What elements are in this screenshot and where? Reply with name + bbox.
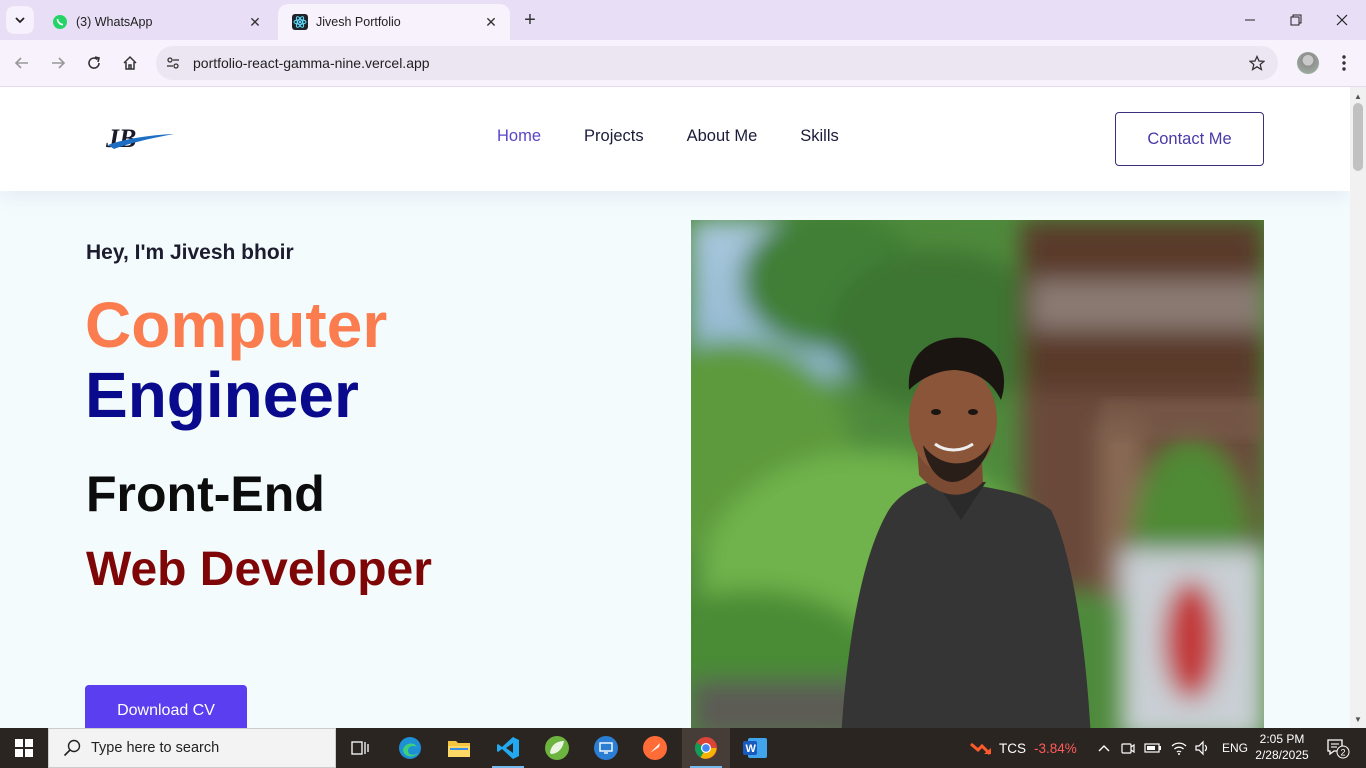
stock-change: -3.84% <box>1034 740 1077 756</box>
hero-role-line2: Engineer <box>85 359 359 431</box>
task-view-icon <box>351 741 369 755</box>
home-button[interactable] <box>116 49 144 77</box>
notification-icon: 2 <box>1327 739 1350 759</box>
close-tab-icon[interactable]: ✕ <box>246 13 264 31</box>
wifi-icon[interactable] <box>1170 740 1188 756</box>
notification-center-button[interactable]: 2 <box>1318 728 1358 768</box>
close-icon <box>1336 14 1348 26</box>
close-tab-icon[interactable]: ✕ <box>482 13 500 31</box>
url-text: portfolio-react-gamma-nine.vercel.app <box>193 55 430 71</box>
reload-icon <box>88 56 100 69</box>
spring-leaf-icon <box>545 736 569 760</box>
taskbar-edge[interactable] <box>386 728 434 768</box>
stock-widget[interactable]: TCS -3.84% <box>970 728 1077 768</box>
taskbar-search-box[interactable]: Type here to search <box>48 728 336 768</box>
download-cv-button[interactable]: Download CV <box>85 685 247 728</box>
hero-role-line1: Computer <box>85 289 388 361</box>
task-view-button[interactable] <box>336 728 384 768</box>
language-indicator[interactable]: ENG <box>1222 741 1248 755</box>
browser-tab-bar: (3) WhatsApp ✕ Jivesh Portfolio ✕ + <box>0 0 1366 40</box>
browser-menu-button[interactable] <box>1332 49 1356 77</box>
system-tray: ENG <box>1096 728 1248 768</box>
minimize-button[interactable] <box>1236 6 1264 34</box>
svg-text:JB: JB <box>105 124 136 153</box>
notification-count: 2 <box>1340 748 1345 758</box>
taskbar-spring-tool[interactable] <box>533 728 581 768</box>
address-bar[interactable]: portfolio-react-gamma-nine.vercel.app <box>156 46 1278 80</box>
scroll-thumb[interactable] <box>1353 103 1363 171</box>
taskbar-vscode[interactable] <box>484 728 532 768</box>
windows-taskbar: Type here to search W TCS -3.84% ENG 2:0… <box>0 728 1366 768</box>
nav-home[interactable]: Home <box>497 127 541 146</box>
folder-icon <box>448 741 470 757</box>
hero-subtitle-line1: Front-End <box>86 466 325 522</box>
chevron-down-icon <box>15 17 25 24</box>
profile-photo <box>691 220 1264 728</box>
forward-button[interactable] <box>44 49 72 77</box>
nav-skills[interactable]: Skills <box>800 127 839 146</box>
clock-time: 2:05 PM <box>1259 732 1305 746</box>
nav-about-me[interactable]: About Me <box>687 127 758 146</box>
taskbar-clock[interactable]: 2:05 PM 2/28/2025 <box>1254 731 1310 763</box>
vscode-icon <box>497 737 519 759</box>
clock-date: 2/28/2025 <box>1255 748 1309 762</box>
arrow-right-icon <box>52 57 66 69</box>
tab-whatsapp[interactable]: (3) WhatsApp ✕ <box>38 4 274 40</box>
search-placeholder: Type here to search <box>91 740 220 756</box>
scroll-up-arrow-icon[interactable]: ▲ <box>1350 89 1366 103</box>
taskbar-file-explorer[interactable] <box>435 728 483 768</box>
taskbar-chrome[interactable] <box>682 728 730 768</box>
postman-icon <box>643 736 667 760</box>
volume-icon[interactable] <box>1194 740 1212 756</box>
contact-me-button[interactable]: Contact Me <box>1115 112 1264 166</box>
chrome-icon <box>695 737 717 759</box>
site-info-icon[interactable] <box>158 48 188 78</box>
restore-button[interactable] <box>1282 6 1310 34</box>
tab-title: Jivesh Portfolio <box>316 15 401 29</box>
reload-button[interactable] <box>80 49 108 77</box>
browser-toolbar: portfolio-react-gamma-nine.vercel.app <box>0 40 1366 87</box>
close-window-button[interactable] <box>1328 6 1356 34</box>
hero-subtitle-line2: Web Developer <box>86 543 432 596</box>
arrow-left-icon <box>14 57 28 69</box>
profile-avatar[interactable] <box>1297 52 1319 74</box>
site-logo[interactable]: JB <box>104 121 178 155</box>
scroll-down-arrow-icon[interactable]: ▼ <box>1350 712 1366 726</box>
word-icon: W <box>743 738 767 758</box>
whatsapp-icon <box>52 14 68 30</box>
page-viewport: JB Home Projects About Me Skills Contact… <box>0 87 1350 728</box>
battery-icon[interactable] <box>1144 740 1162 756</box>
react-icon <box>292 14 308 30</box>
taskbar-postman[interactable] <box>631 728 679 768</box>
edge-icon <box>399 737 421 759</box>
remote-desktop-icon <box>594 736 618 760</box>
start-button[interactable] <box>0 728 48 768</box>
home-icon <box>123 55 137 70</box>
show-hidden-icons-icon[interactable] <box>1096 740 1112 756</box>
site-header: JB Home Projects About Me Skills Contact… <box>0 87 1350 191</box>
tab-search-button[interactable] <box>6 6 34 34</box>
main-nav: Home Projects About Me Skills <box>497 127 839 146</box>
bookmark-star-icon[interactable] <box>1242 48 1272 78</box>
page-scrollbar[interactable]: ▲ ▼ <box>1350 87 1366 728</box>
search-icon <box>63 739 81 757</box>
more-vertical-icon <box>1342 55 1346 71</box>
tab-jivesh-portfolio[interactable]: Jivesh Portfolio ✕ <box>278 4 510 40</box>
nav-projects[interactable]: Projects <box>584 127 644 146</box>
new-tab-button[interactable]: + <box>518 8 542 32</box>
meet-now-icon[interactable] <box>1120 740 1136 756</box>
taskbar-remote-desktop[interactable] <box>582 728 630 768</box>
hero-greeting: Hey, I'm Jivesh bhoir <box>86 241 294 264</box>
jb-logo-icon: JB <box>105 124 174 153</box>
stock-down-icon <box>970 742 992 756</box>
stock-name: TCS <box>999 740 1026 756</box>
svg-text:W: W <box>746 743 757 755</box>
windows-logo-icon <box>15 739 33 757</box>
restore-icon <box>1290 14 1302 26</box>
tab-title: (3) WhatsApp <box>76 15 153 29</box>
minimize-icon <box>1245 19 1255 21</box>
taskbar-word[interactable]: W <box>731 728 779 768</box>
back-button[interactable] <box>8 49 36 77</box>
